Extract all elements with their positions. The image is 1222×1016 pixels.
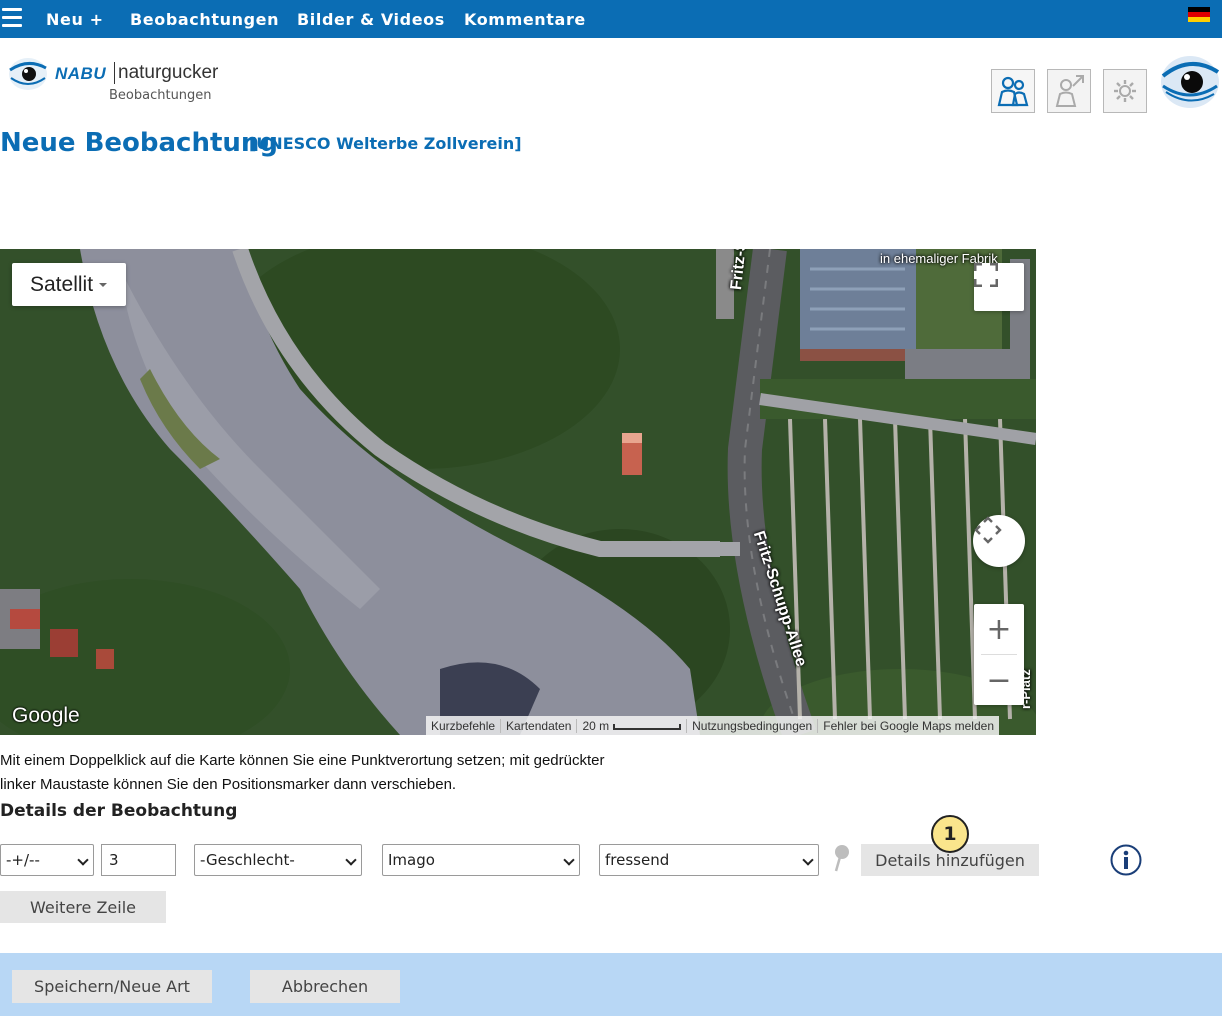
share-person-button[interactable] xyxy=(1047,69,1091,113)
nav-observations[interactable]: Beobachtungen xyxy=(130,10,279,29)
count-input[interactable]: 3 xyxy=(101,844,176,876)
user-avatar-icon[interactable] xyxy=(1160,52,1220,112)
annotation-badge: 1 xyxy=(931,815,969,853)
share-person-icon xyxy=(1055,75,1084,107)
cancel-button[interactable]: Abbrechen xyxy=(250,970,400,1003)
nabu-logo[interactable]: NABU naturgucker Beobachtungen xyxy=(8,52,238,112)
fullscreen-button[interactable] xyxy=(974,263,1024,311)
keyboard-shortcuts-link[interactable]: Kurzbefehle xyxy=(426,719,502,733)
chevron-down-icon xyxy=(802,854,814,866)
chevron-down-icon xyxy=(77,854,89,866)
logo-name: naturgucker xyxy=(118,62,219,83)
map-attribution: Kurzbefehle Kartendaten 20 m Nutzungsbed… xyxy=(426,716,999,735)
stage-select[interactable]: Imago xyxy=(382,844,580,876)
page-subtitle: [UNESCO Welterbe Zollverein] xyxy=(249,134,522,153)
logo-separator xyxy=(114,62,115,84)
logo-subtitle: Beobachtungen xyxy=(109,88,212,103)
map-scale[interactable]: 20 m xyxy=(577,719,688,733)
map-hint-line-1: Mit einem Doppelklick auf die Karte könn… xyxy=(0,752,605,769)
top-navigation: Neu + Beobachtungen Bilder & Videos Komm… xyxy=(0,0,1222,38)
info-icon[interactable] xyxy=(1110,844,1142,876)
save-new-species-button[interactable]: Speichern/Neue Art xyxy=(12,970,212,1003)
chevron-down-icon xyxy=(563,854,575,866)
map-type-selector[interactable]: Satellit xyxy=(12,263,126,306)
details-title: Details der Beobachtung xyxy=(0,801,238,821)
google-logo[interactable]: Google xyxy=(12,704,80,728)
nav-new[interactable]: Neu + xyxy=(46,10,104,29)
zoom-control: + − xyxy=(974,604,1024,705)
zoom-in-button[interactable]: + xyxy=(974,604,1024,654)
map-hint-line-2: linker Maustaste können Sie den Position… xyxy=(0,776,457,793)
logo-brand: NABU xyxy=(55,64,107,83)
add-row-button[interactable]: Weitere Zeile xyxy=(0,891,166,923)
scale-bar xyxy=(613,723,682,730)
behavior-select[interactable]: fressend xyxy=(599,844,819,876)
behavior-value: fressend xyxy=(605,851,670,869)
sex-select[interactable]: -Geschlecht- xyxy=(194,844,362,876)
fullscreen-icon xyxy=(974,263,998,287)
people-icon xyxy=(997,76,1029,107)
zoom-out-button[interactable]: − xyxy=(974,655,1024,705)
scale-label: 20 m xyxy=(582,719,610,733)
action-bar: Speichern/Neue Art Abbrechen xyxy=(0,953,1222,1016)
accuracy-value: -+/-- xyxy=(6,851,40,869)
report-error-link[interactable]: Fehler bei Google Maps melden xyxy=(818,719,999,733)
accuracy-select[interactable]: -+/-- xyxy=(0,844,94,876)
chevron-down-icon xyxy=(345,854,357,866)
people-button[interactable] xyxy=(991,69,1035,113)
map-view[interactable]: in ehemaliger Fabrik Fritz-Schup Fritz-S… xyxy=(0,249,1036,735)
menu-icon[interactable] xyxy=(2,8,22,30)
caret-down-icon xyxy=(99,282,108,287)
nav-images-videos[interactable]: Bilder & Videos xyxy=(297,10,445,29)
pan-arrows-icon xyxy=(974,516,1002,544)
count-value: 3 xyxy=(109,851,119,869)
page-title: Neue Beobachtung xyxy=(0,128,279,158)
stage-value: Imago xyxy=(388,851,435,869)
german-flag-icon[interactable] xyxy=(1188,7,1210,22)
sex-value: -Geschlecht- xyxy=(200,851,295,869)
map-data-link[interactable]: Kartendaten xyxy=(501,719,578,733)
pan-control[interactable] xyxy=(973,515,1025,567)
settings-button[interactable] xyxy=(1103,69,1147,113)
nav-comments[interactable]: Kommentare xyxy=(464,10,586,29)
eye-logo-icon xyxy=(9,58,47,90)
map-type-label: Satellit xyxy=(30,272,94,296)
terms-link[interactable]: Nutzungsbedingungen xyxy=(687,719,819,733)
map-hint: Mit einem Doppelklick auf die Karte könn… xyxy=(0,749,700,797)
gear-icon xyxy=(1114,80,1136,102)
pin-icon[interactable] xyxy=(830,844,850,872)
satellite-imagery xyxy=(0,249,1036,735)
